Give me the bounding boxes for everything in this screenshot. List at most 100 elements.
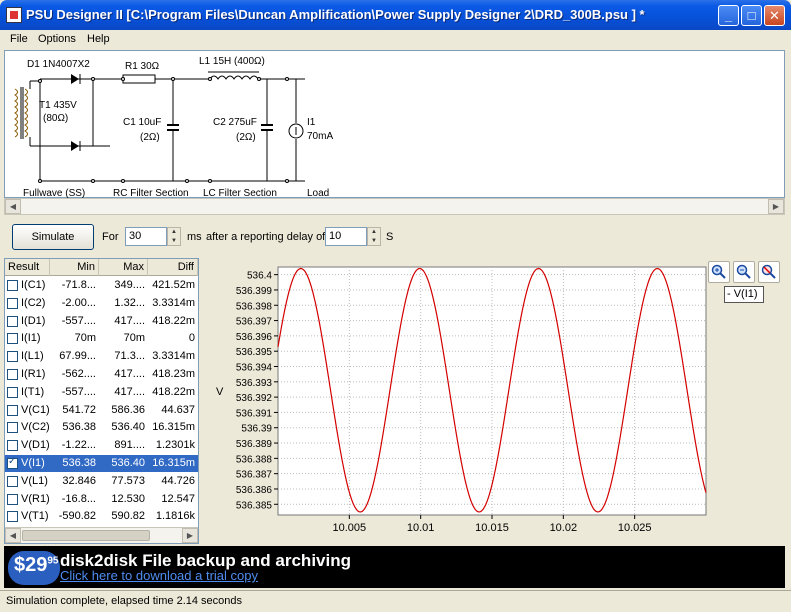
table-row[interactable]: V(I1) 536.38 536.40 16.315m [5, 455, 198, 472]
row-checkbox[interactable] [7, 280, 18, 291]
close-button[interactable]: ✕ [764, 5, 785, 26]
t1-resistance: (80Ω) [43, 113, 69, 124]
banner-download-link[interactable]: Click here to download a trial copy [60, 568, 258, 583]
c2-resistance: (2Ω) [236, 132, 256, 143]
y-tick-label: 536.396 [236, 332, 273, 343]
row-min-value: -71.8... [61, 279, 96, 291]
row-checkbox[interactable] [7, 475, 18, 487]
header-diff[interactable]: Diff [148, 259, 198, 276]
spin-down-icon[interactable]: ▼ [171, 238, 177, 244]
row-checkbox[interactable] [7, 511, 18, 523]
y-tick-label: 536.39 [241, 424, 272, 435]
row-min-value: -557.... [61, 385, 96, 398]
table-row[interactable]: V(D1) -1.22... 891.... 1.2301k [5, 437, 198, 454]
row-checkbox[interactable] [7, 351, 18, 363]
spin-up-icon[interactable]: ▲ [171, 229, 177, 235]
row-checkbox[interactable] [7, 386, 18, 398]
row-result-name: V(D1) [21, 439, 50, 452]
y-tick-label: 536.387 [236, 470, 273, 481]
maximize-button[interactable]: □ [741, 5, 762, 26]
delay-spinner[interactable]: ▲ ▼ [367, 227, 381, 246]
row-result-name: I(D1) [21, 314, 46, 327]
row-diff-value: 44.726 [161, 474, 195, 487]
y-tick-label: 536.391 [236, 408, 273, 419]
row-diff-value: 44.637 [161, 403, 195, 416]
menu-options[interactable]: Options [38, 33, 76, 45]
row-checkbox[interactable] [7, 456, 18, 469]
simulation-controls: Simulate For 30 ▲ ▼ ms after a reporting … [4, 220, 785, 256]
duration-input[interactable]: 30 [125, 227, 167, 246]
row-checkbox[interactable] [7, 440, 18, 452]
table-row[interactable]: V(T1) -590.82 590.82 1.1816k [5, 508, 198, 525]
d1-label: D1 1N4007X2 [27, 59, 90, 70]
row-max-value: 417.... [114, 385, 145, 398]
delay-label: after a reporting delay of [206, 231, 326, 243]
row-result-name: V(C1) [21, 403, 50, 416]
row-result-name: I(C1) [21, 279, 46, 291]
table-row[interactable]: I(C2) -2.00... 1.32... 3.3314m [5, 295, 198, 312]
circuit-horizontal-scrollbar[interactable]: ◀ ▶ [4, 198, 785, 215]
app-icon [6, 7, 22, 23]
scroll-right-icon[interactable]: ▶ [182, 528, 198, 543]
y-tick-label: 536.399 [236, 286, 273, 297]
zoom-in-icon[interactable] [708, 261, 730, 283]
row-diff-value: 3.3314m [152, 350, 195, 363]
minimize-button[interactable]: _ [718, 5, 739, 26]
zoom-out-icon[interactable] [733, 261, 755, 283]
i1-value: 70mA [307, 131, 334, 142]
row-result-name: I(C2) [21, 296, 46, 309]
row-checkbox[interactable] [7, 333, 18, 345]
simulate-button[interactable]: Simulate [12, 224, 94, 250]
y-tick-label: 536.394 [236, 363, 273, 374]
spin-up-icon[interactable]: ▲ [371, 229, 377, 235]
row-checkbox[interactable] [7, 404, 18, 416]
header-result[interactable]: Result [5, 259, 50, 276]
row-checkbox[interactable] [7, 315, 18, 327]
row-result-name: V(C2) [21, 421, 50, 434]
table-row[interactable]: I(D1) -557.... 417.... 418.22m [5, 313, 198, 330]
row-checkbox[interactable] [7, 422, 18, 434]
scroll-left-icon[interactable]: ◀ [5, 199, 21, 214]
row-diff-value: 16.315m [152, 421, 195, 434]
header-max[interactable]: Max [99, 259, 148, 276]
scroll-thumb[interactable] [22, 530, 150, 541]
table-row[interactable]: I(R1) -562.... 417.... 418.23m [5, 366, 198, 383]
results-table[interactable]: Result Min Max Diff ◀ ▶ I(C1) -71.8... 349… [4, 258, 199, 544]
row-result-name: I(L1) [21, 350, 44, 363]
menu-bar: File Options Help [3, 30, 788, 49]
table-row[interactable]: I(C1) -71.8... 349.... 421.52m [5, 277, 198, 294]
row-diff-value: 1.2301k [155, 439, 195, 452]
schematic-drawing [14, 71, 305, 183]
table-row[interactable]: V(C1) 541.72 586.36 44.637 [5, 402, 198, 419]
spin-down-icon[interactable]: ▼ [371, 238, 377, 244]
table-row[interactable]: V(L1) 32.846 77.573 44.726 [5, 473, 198, 490]
table-row[interactable]: V(C2) 536.38 536.40 16.315m [5, 419, 198, 436]
menu-file[interactable]: File [10, 33, 28, 45]
y-tick-label: 536.386 [236, 485, 273, 496]
graph-panel: V 536.4 536.399 536.398 536.397 536.396 536.3… [200, 258, 786, 544]
header-min[interactable]: Min [50, 259, 99, 276]
circuit-schematic[interactable]: D1 1N4007X2 T1 435V (80Ω) R1 30Ω L1 15H … [4, 50, 785, 199]
scroll-right-icon[interactable]: ▶ [768, 199, 784, 214]
table-row[interactable]: I(T1) -557.... 417.... 418.22m [5, 384, 198, 401]
duration-spinner[interactable]: ▲ ▼ [167, 227, 181, 246]
menu-help[interactable]: Help [87, 33, 110, 45]
row-checkbox[interactable] [7, 369, 18, 380]
delay-input[interactable]: 10 [325, 227, 367, 246]
row-min-value: 32.846 [62, 474, 96, 487]
table-row[interactable]: V(R1) -16.8... 12.530 12.547 [5, 491, 198, 508]
voltage-chart[interactable]: 536.4536.399536.398536.397536.396536.395… [200, 258, 786, 544]
table-row[interactable]: I(I1) 70m 70m 0 [5, 330, 198, 347]
row-checkbox[interactable] [7, 493, 18, 505]
scroll-left-icon[interactable]: ◀ [5, 528, 21, 543]
ms-label: ms [187, 231, 202, 243]
price-badge: $2995 [8, 551, 60, 585]
row-min-value: 70m [74, 332, 96, 345]
row-min-value: 536.38 [62, 421, 96, 434]
row-checkbox[interactable] [7, 297, 18, 309]
row-diff-value: 12.547 [161, 492, 195, 505]
results-horizontal-scrollbar[interactable]: ◀ ▶ [5, 527, 198, 543]
table-row[interactable]: I(L1) 67.99... 71.3... 3.3314m [5, 348, 198, 365]
advertisement-banner[interactable]: $2995 disk2disk File backup and archivin… [4, 546, 785, 588]
zoom-reset-icon[interactable] [758, 261, 780, 283]
